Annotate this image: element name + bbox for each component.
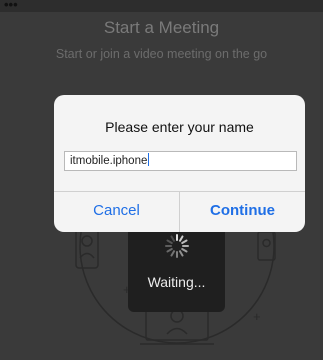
cancel-button[interactable]: Cancel	[54, 192, 180, 232]
text-caret	[148, 153, 150, 166]
name-input[interactable]: itmobile.iphone	[64, 151, 297, 171]
name-dialog: Please enter your name itmobile.iphone C…	[54, 95, 305, 232]
continue-button[interactable]: Continue	[180, 192, 305, 232]
dialog-button-row: Cancel Continue	[54, 191, 305, 232]
svg-text:+: +	[253, 309, 261, 324]
dialog-title: Please enter your name	[105, 119, 254, 135]
waiting-label: Waiting...	[147, 274, 206, 290]
name-input-value: itmobile.iphone	[70, 155, 148, 167]
spinner-icon	[165, 234, 189, 258]
participant-device-right-icon	[257, 231, 276, 261]
